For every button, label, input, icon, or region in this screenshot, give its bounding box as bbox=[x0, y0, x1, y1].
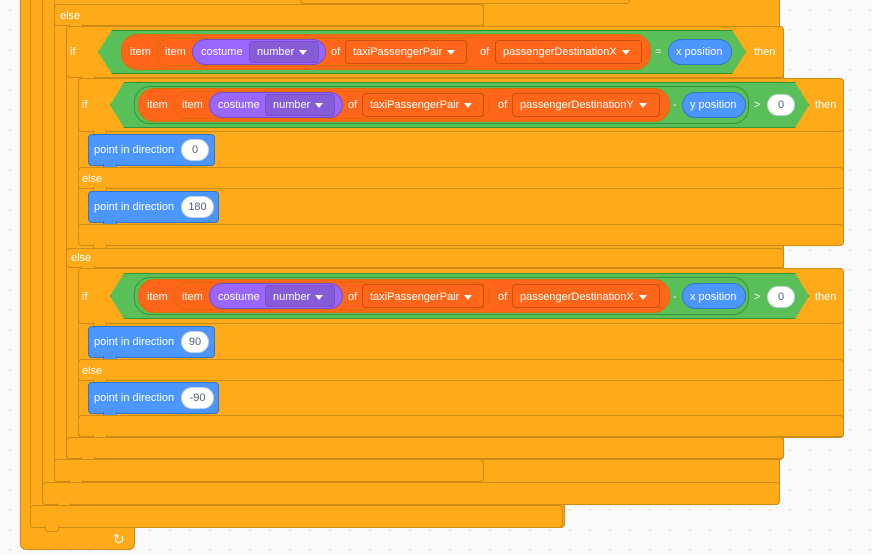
else-label-top: else bbox=[60, 10, 81, 22]
if-block-3-bottom bbox=[78, 415, 844, 441]
x-position-label-2: x position bbox=[690, 291, 737, 303]
chevron-down-icon bbox=[638, 294, 647, 300]
x-position-label-1: x position bbox=[676, 46, 723, 58]
of-label-1b: of bbox=[480, 46, 490, 58]
list-dropdown-1-value: taxiPassengerPair bbox=[353, 45, 456, 59]
outer-if-frame-1-bottom bbox=[30, 505, 563, 532]
of-label-3a: of bbox=[348, 291, 358, 303]
outer-if-frame-2-bottom bbox=[42, 482, 780, 509]
chevron-down-icon bbox=[464, 294, 473, 300]
if-label-3: if bbox=[82, 291, 88, 303]
chevron-down-icon bbox=[315, 102, 324, 108]
loop-arrow-icon: ↻ bbox=[113, 531, 125, 547]
list-dropdown-2-value: taxiPassengerPair bbox=[370, 98, 473, 112]
if-block-1-bottom bbox=[66, 437, 784, 463]
chevron-down-icon bbox=[621, 49, 630, 55]
chevron-down-icon bbox=[315, 294, 324, 300]
point-in-direction-label-3: point in direction bbox=[94, 336, 175, 348]
costume-label-2: costume bbox=[218, 99, 260, 111]
script-area: else if then item item costume number of… bbox=[0, 0, 872, 555]
then-label-2: then bbox=[815, 99, 837, 111]
else-bar-2 bbox=[78, 167, 844, 193]
variable-dropdown-3-value: passengerDestinationX bbox=[520, 290, 647, 304]
costume-dropdown-1-value: number bbox=[257, 45, 308, 59]
minus-sign-2: - bbox=[673, 99, 677, 111]
if-label-2: if bbox=[82, 99, 88, 111]
compare-value-input-3[interactable]: 0 bbox=[767, 286, 795, 308]
item-label-1a: item bbox=[130, 46, 151, 58]
chevron-down-icon bbox=[299, 49, 308, 55]
costume-dropdown-3-value: number bbox=[273, 290, 324, 304]
list-dropdown-3-value: taxiPassengerPair bbox=[370, 290, 473, 304]
compare-value-input-2[interactable]: 0 bbox=[767, 94, 795, 116]
chevron-down-icon bbox=[464, 102, 473, 108]
else-label-1: else bbox=[71, 252, 92, 264]
else-bar-top bbox=[54, 4, 484, 30]
point-in-direction-label-1: point in direction bbox=[94, 144, 175, 156]
else-bar-3 bbox=[78, 359, 844, 385]
greater-sign-2: > bbox=[754, 99, 761, 111]
direction-input-1[interactable]: 0 bbox=[181, 139, 209, 161]
item-label-2a: item bbox=[147, 99, 168, 111]
direction-input-2[interactable]: 180 bbox=[181, 196, 214, 218]
of-label-1a: of bbox=[331, 46, 341, 58]
greater-sign-3: > bbox=[754, 291, 761, 303]
point-in-direction-label-4: point in direction bbox=[94, 392, 175, 404]
equals-sign: = bbox=[655, 46, 662, 58]
costume-label-1: costume bbox=[201, 46, 243, 58]
y-position-label: y position bbox=[690, 99, 737, 111]
item-label-3a: item bbox=[147, 291, 168, 303]
costume-label-3: costume bbox=[218, 291, 260, 303]
if-label-1: if bbox=[70, 46, 76, 58]
outer-if-frame-3-bottom bbox=[54, 459, 484, 486]
item-label-2b: item bbox=[182, 99, 203, 111]
of-label-3b: of bbox=[498, 291, 508, 303]
minus-sign-3: - bbox=[673, 291, 677, 303]
variable-dropdown-2-value: passengerDestinationY bbox=[520, 98, 647, 112]
chevron-down-icon bbox=[447, 49, 456, 55]
costume-dropdown-2-value: number bbox=[273, 98, 324, 112]
item-label-3b: item bbox=[182, 291, 203, 303]
item-label-1b: item bbox=[165, 46, 186, 58]
point-in-direction-label-2: point in direction bbox=[94, 201, 175, 213]
direction-input-4[interactable]: -90 bbox=[181, 387, 214, 409]
direction-input-3[interactable]: 90 bbox=[181, 331, 209, 353]
if-block-2-bottom bbox=[78, 224, 844, 250]
then-label-3: then bbox=[815, 291, 837, 303]
chevron-down-icon bbox=[638, 102, 647, 108]
variable-dropdown-1-value: passengerDestinationX bbox=[503, 45, 630, 59]
else-label-2: else bbox=[82, 173, 103, 185]
then-label-1: then bbox=[754, 46, 776, 58]
of-label-2a: of bbox=[348, 99, 358, 111]
of-label-2b: of bbox=[498, 99, 508, 111]
else-bar-1 bbox=[66, 248, 784, 272]
else-label-3: else bbox=[82, 365, 103, 377]
